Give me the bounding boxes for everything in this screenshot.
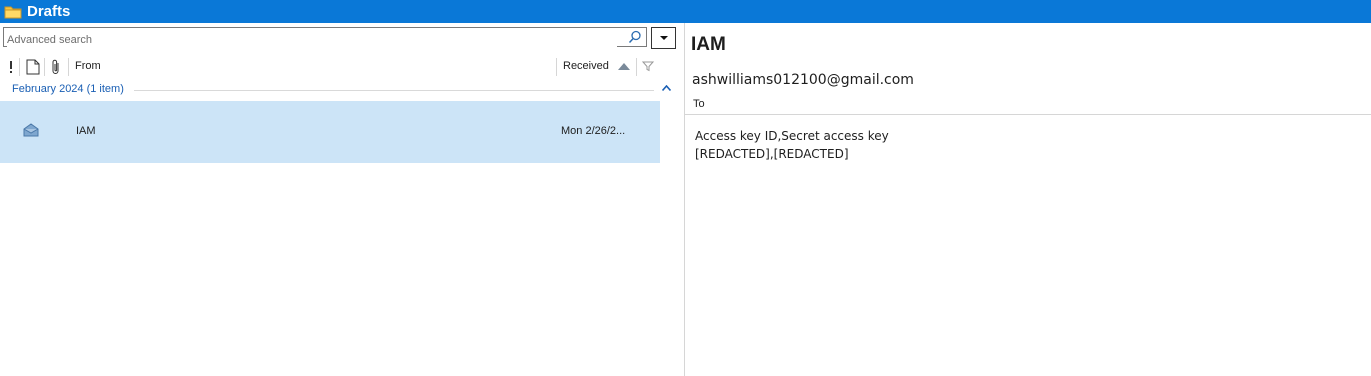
filter-icon[interactable] bbox=[642, 61, 654, 72]
title-bar: Drafts bbox=[0, 0, 1371, 23]
window-title: Drafts bbox=[27, 3, 71, 20]
search-box[interactable] bbox=[3, 27, 647, 48]
chevron-up-icon[interactable] bbox=[662, 85, 671, 91]
column-from[interactable]: From bbox=[75, 60, 101, 72]
group-header[interactable]: February 2024 (1 item) bbox=[0, 81, 684, 99]
search-input[interactable] bbox=[7, 32, 617, 48]
sort-ascending-icon[interactable] bbox=[618, 63, 630, 70]
importance-icon[interactable] bbox=[8, 59, 14, 75]
message-received: Mon 2/26/2... bbox=[561, 125, 626, 137]
envelope-icon bbox=[23, 123, 39, 137]
message-row[interactable]: IAM Mon 2/26/2... bbox=[0, 101, 660, 163]
message-subject: IAM bbox=[76, 125, 96, 137]
folder-icon bbox=[4, 6, 22, 18]
group-label: February 2024 (1 item) bbox=[12, 83, 124, 95]
column-header: From Received bbox=[0, 54, 660, 78]
reading-pane: IAM ashwilliams012100@gmail.com To Acces… bbox=[685, 23, 1371, 376]
column-received[interactable]: Received bbox=[563, 60, 609, 72]
paperclip-icon[interactable] bbox=[50, 59, 62, 75]
header-divider bbox=[685, 114, 1371, 115]
body-line: Access key ID,Secret access key bbox=[695, 129, 889, 143]
search-options-button[interactable] bbox=[651, 27, 676, 49]
message-list-pane: From Received February 2024 (1 item) IAM… bbox=[0, 23, 684, 376]
group-divider bbox=[134, 90, 654, 91]
body-line: [REDACTED],[REDACTED] bbox=[695, 147, 849, 161]
reading-sender[interactable]: ashwilliams012100@gmail.com bbox=[692, 72, 914, 88]
chevron-down-icon bbox=[659, 35, 668, 40]
reading-subject: IAM bbox=[691, 34, 726, 55]
reading-to-label: To bbox=[693, 98, 705, 110]
search-icon[interactable] bbox=[628, 30, 642, 44]
document-icon[interactable] bbox=[26, 59, 40, 75]
